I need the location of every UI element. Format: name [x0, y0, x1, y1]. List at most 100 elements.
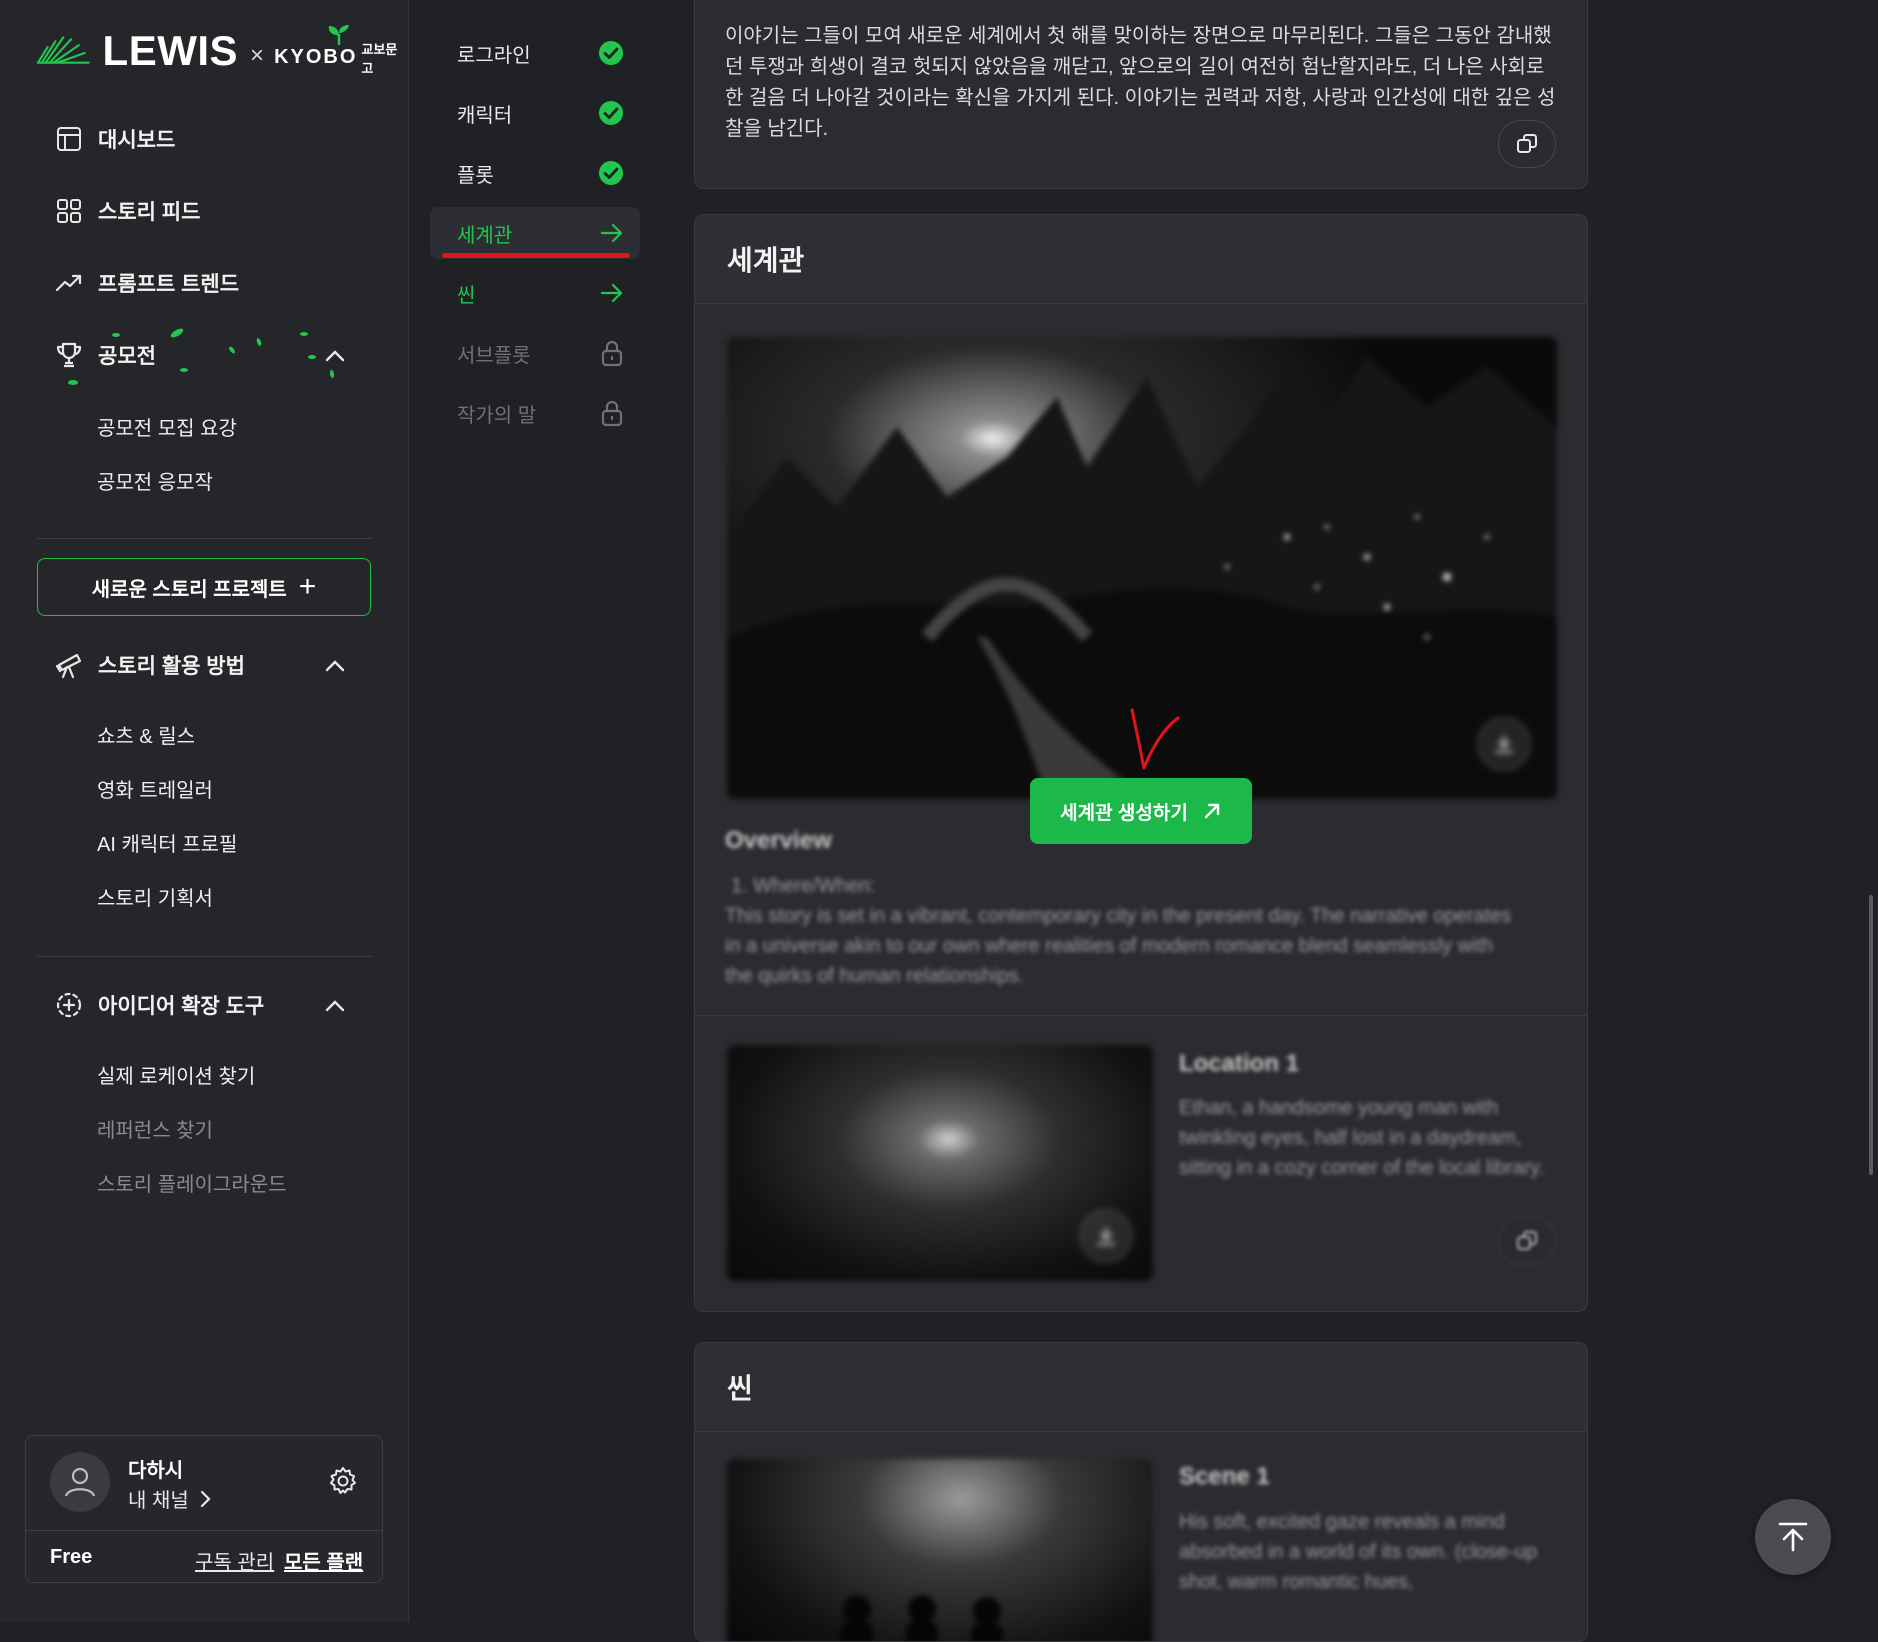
avatar[interactable]: [50, 1452, 110, 1512]
step-label: 로그라인: [457, 44, 531, 67]
step-label: 세계관: [457, 224, 513, 247]
step-subplot[interactable]: 서브플롯: [430, 327, 640, 379]
step-label: 플롯: [457, 164, 494, 187]
sidebar-subitem-shorts[interactable]: 쇼츠 & 릴스: [97, 720, 195, 749]
leaf-decoration: [180, 368, 188, 372]
manage-subscription-link[interactable]: 구독 관리: [195, 1546, 274, 1575]
step-plot[interactable]: 플롯: [430, 147, 640, 199]
sidebar-subitem-contest-guide[interactable]: 공모전 모집 요강: [97, 412, 237, 441]
step-label: 작가의 말: [457, 404, 537, 427]
check-circle-icon: [599, 41, 623, 65]
brand-name: LEWIS: [102, 27, 239, 74]
trophy-icon: [54, 340, 84, 370]
my-channel-link[interactable]: 내 채널: [128, 1484, 211, 1513]
plot-ending-text: 이야기는 그들이 모여 새로운 세계에서 첫 해를 맞이하는 장면으로 마무리된…: [725, 25, 1556, 140]
sprout-icon: [328, 24, 350, 45]
trend-icon: [54, 268, 84, 298]
plot-card: 이야기는 그들이 모여 새로운 세계에서 첫 해를 맞이하는 장면으로 마무리된…: [694, 0, 1588, 189]
user-card: 다하시 내 채널 Free 구독 관리 모든 플랜: [25, 1435, 383, 1583]
step-label: 씬: [457, 284, 476, 307]
grid-icon: [54, 196, 84, 226]
sidebar-item-contest[interactable]: 공모전: [54, 340, 156, 370]
gear-icon[interactable]: [328, 1466, 358, 1496]
copy-button[interactable]: [1498, 1217, 1556, 1265]
partner-name: KYOBO: [274, 24, 357, 69]
partner-subname: 교보문고: [361, 42, 398, 76]
leaf-decoration: [227, 345, 237, 355]
dashboard-icon: [54, 124, 84, 154]
brand-logo[interactable]: LEWIS × KYOBO 교보문고: [36, 24, 408, 76]
download-button[interactable]: [1477, 717, 1531, 771]
sidebar-subitem-trailer[interactable]: 영화 트레일러: [97, 774, 213, 803]
scroll-to-top-button[interactable]: [1755, 1499, 1831, 1575]
section-label: 아이디어 확장 도구: [98, 995, 265, 1018]
brand-separator: ×: [250, 42, 265, 69]
step-scene[interactable]: 씬: [430, 267, 640, 319]
sidebar-section-idea-tools[interactable]: 아이디어 확장 도구: [54, 990, 264, 1020]
sidebar-subitem-ai-character[interactable]: AI 캐릭터 프로필: [97, 828, 237, 857]
user-name: 다하시: [128, 1460, 184, 1482]
copy-button[interactable]: [1498, 120, 1556, 168]
step-character[interactable]: 캐릭터: [430, 87, 640, 139]
leaf-decoration: [300, 332, 308, 336]
overview-title: Overview: [725, 827, 832, 854]
leaf-decoration: [329, 369, 335, 379]
sidebar-subitem-contest-entries[interactable]: 공모전 응모작: [97, 466, 213, 495]
sidebar-subitem-playground[interactable]: 스토리 플레이그라운드: [97, 1168, 287, 1197]
download-button[interactable]: [1079, 1209, 1133, 1263]
lock-icon: [601, 400, 623, 427]
copy-icon: [1517, 1231, 1537, 1250]
sidebar-item-label: 공모전: [98, 345, 156, 368]
telescope-icon: [54, 650, 84, 680]
leaf-decoration: [68, 380, 78, 385]
sidebar-item-label: 프롬프트 트렌드: [98, 273, 240, 296]
step-label: 서브플롯: [457, 344, 531, 367]
chevron-right-icon: [200, 1490, 211, 1507]
scene-image: [727, 1459, 1153, 1641]
download-icon: [1495, 735, 1513, 753]
location-text: Ethan, a handsome young man with twinkli…: [1179, 1097, 1545, 1179]
leaf-decoration: [112, 333, 120, 337]
leaf-decoration: [308, 355, 316, 359]
sidebar-item-label: 대시보드: [98, 129, 176, 152]
scene-card: 씬 Scene 1 His soft, excited gaze reveals…: [694, 1342, 1588, 1642]
arrow-right-icon: [600, 283, 623, 303]
plus-icon: +: [298, 570, 317, 603]
sidebar-section-story-usage[interactable]: 스토리 활용 방법: [54, 650, 245, 680]
scene-title: Scene 1: [1179, 1463, 1270, 1490]
generate-world-button[interactable]: 세계관 생성하기: [1030, 778, 1252, 844]
sidebar-subitem-story-plan[interactable]: 스토리 기획서: [97, 882, 213, 911]
copy-icon: [1517, 134, 1537, 153]
location-image: [727, 1045, 1153, 1281]
chevron-up-icon[interactable]: [322, 993, 348, 1019]
arrow-up-to-top-icon: [1778, 1522, 1808, 1552]
section-title: 씬: [695, 1343, 1587, 1432]
lock-icon: [601, 340, 623, 367]
card-divider: [695, 1015, 1587, 1016]
sidebar-subitem-real-location[interactable]: 실제 로케이션 찾기: [97, 1060, 255, 1089]
sidebar-item-story-feed[interactable]: 스토리 피드: [54, 196, 200, 226]
chevron-up-icon[interactable]: [322, 653, 348, 679]
section-title: 세계관: [695, 215, 1587, 304]
scene-text: His soft, excited gaze reveals a mind ab…: [1179, 1511, 1537, 1593]
chevron-up-icon[interactable]: [322, 343, 348, 369]
leaf-decoration: [169, 326, 185, 340]
step-logline[interactable]: 로그라인: [430, 27, 640, 79]
step-navigation: 로그라인 캐릭터 플롯 세계관 씬 서브플롯 작가의 말: [409, 0, 669, 1622]
check-circle-icon: [599, 161, 623, 185]
sidebar-item-dashboard[interactable]: 대시보드: [54, 124, 175, 154]
all-plans-link[interactable]: 모든 플랜: [284, 1546, 363, 1575]
scrollbar-thumb[interactable]: [1869, 895, 1873, 1175]
lewis-fan-icon: [36, 36, 90, 64]
step-author-note[interactable]: 작가의 말: [430, 387, 640, 439]
red-underline-annotation: [442, 253, 630, 258]
section-label: 스토리 활용 방법: [98, 655, 245, 678]
step-world[interactable]: 세계관: [430, 207, 640, 259]
sidebar: LEWIS × KYOBO 교보문고 대시보드 스토리 피드 프롬프트 트렌드: [0, 0, 409, 1622]
red-check-annotation: [1130, 708, 1180, 770]
sidebar-subitem-reference[interactable]: 레퍼런스 찾기: [97, 1114, 213, 1143]
new-story-project-button[interactable]: 새로운 스토리 프로젝트 +: [37, 558, 371, 616]
sidebar-divider: [37, 538, 372, 539]
sidebar-item-prompt-trend[interactable]: 프롬프트 트렌드: [54, 268, 239, 298]
plan-badge: Free: [50, 1546, 93, 1568]
